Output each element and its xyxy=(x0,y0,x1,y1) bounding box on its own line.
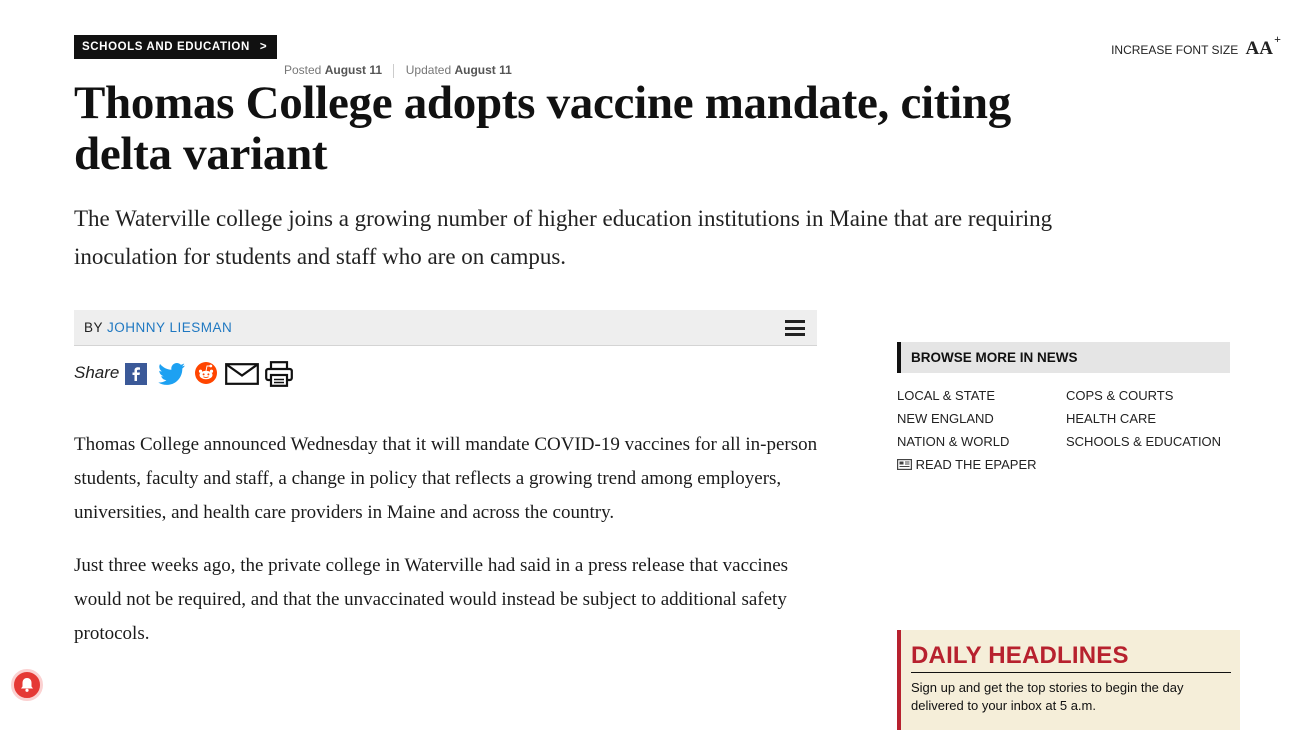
article-paragraph: Thomas College announced Wednesday that … xyxy=(74,434,818,523)
browse-more-title: BROWSE MORE IN NEWS xyxy=(911,350,1078,365)
link-nation-world[interactable]: NATION & WORLD xyxy=(897,434,1009,449)
link-local-state[interactable]: LOCAL & STATE xyxy=(897,388,995,403)
byline-bar: BY JOHNNY LIESMAN xyxy=(74,310,817,346)
share-label: Share xyxy=(74,363,120,382)
updated-label: Updated xyxy=(405,63,452,77)
print-icon[interactable] xyxy=(265,361,293,387)
daily-headlines-divider xyxy=(911,672,1231,673)
article-headline: Thomas College adopts vaccine mandate, c… xyxy=(74,77,1011,180)
article-dek: The Waterville college joins a growing n… xyxy=(74,206,1053,269)
byline: BY JOHNNY LIESMAN xyxy=(84,320,232,335)
email-icon[interactable] xyxy=(225,363,259,385)
link-new-england[interactable]: NEW ENGLAND xyxy=(897,411,994,426)
posted-date: August 11 xyxy=(324,63,383,77)
font-size-icon: AA + xyxy=(1245,32,1281,59)
increase-font-size-button[interactable]: INCREASE FONT SIZE AA + xyxy=(1111,32,1281,60)
posted-label: Posted xyxy=(284,63,322,77)
reddit-icon[interactable] xyxy=(194,361,218,385)
browse-more-header: BROWSE MORE IN NEWS xyxy=(897,342,1230,373)
author-link[interactable]: JOHNNY LIESMAN xyxy=(107,320,232,335)
link-cops-courts[interactable]: COPS & COURTS xyxy=(1066,388,1173,403)
newspaper-icon xyxy=(897,459,913,471)
byline-prefix: BY xyxy=(84,320,103,335)
twitter-icon[interactable] xyxy=(157,362,187,386)
link-read-the-epaper-label: READ THE EPAPER xyxy=(915,457,1037,472)
notification-button[interactable] xyxy=(11,669,43,701)
daily-headlines-signup: DAILY HEADLINES Sign up and get the top … xyxy=(897,630,1240,730)
daily-headlines-description: Sign up and get the top stories to begin… xyxy=(911,680,1184,713)
link-health-care[interactable]: HEALTH CARE xyxy=(1066,411,1156,426)
article-paragraph: Just three weeks ago, the private colleg… xyxy=(74,555,789,644)
updated-date: August 11 xyxy=(454,63,512,77)
section-tag-link[interactable]: SCHOOLS AND EDUCATION > xyxy=(74,35,278,59)
article-body: Thomas College announced Wednesday that … xyxy=(74,428,819,670)
article-dates: Posted August 11 Updated August 11 xyxy=(284,63,512,78)
link-read-the-epaper[interactable]: READ THE EPAPER xyxy=(897,457,1037,472)
link-schools-education[interactable]: SCHOOLS & EDUCATION xyxy=(1066,434,1221,449)
bell-icon xyxy=(21,678,33,692)
increase-font-size-label: INCREASE FONT SIZE xyxy=(1111,43,1239,57)
daily-headlines-title: DAILY HEADLINES xyxy=(911,642,1129,669)
section-tag-label: SCHOOLS AND EDUCATION xyxy=(82,41,250,53)
chevron-right-icon: > xyxy=(259,41,268,53)
hamburger-menu-icon[interactable] xyxy=(785,320,805,336)
facebook-icon[interactable] xyxy=(125,363,147,385)
date-divider xyxy=(393,63,395,78)
